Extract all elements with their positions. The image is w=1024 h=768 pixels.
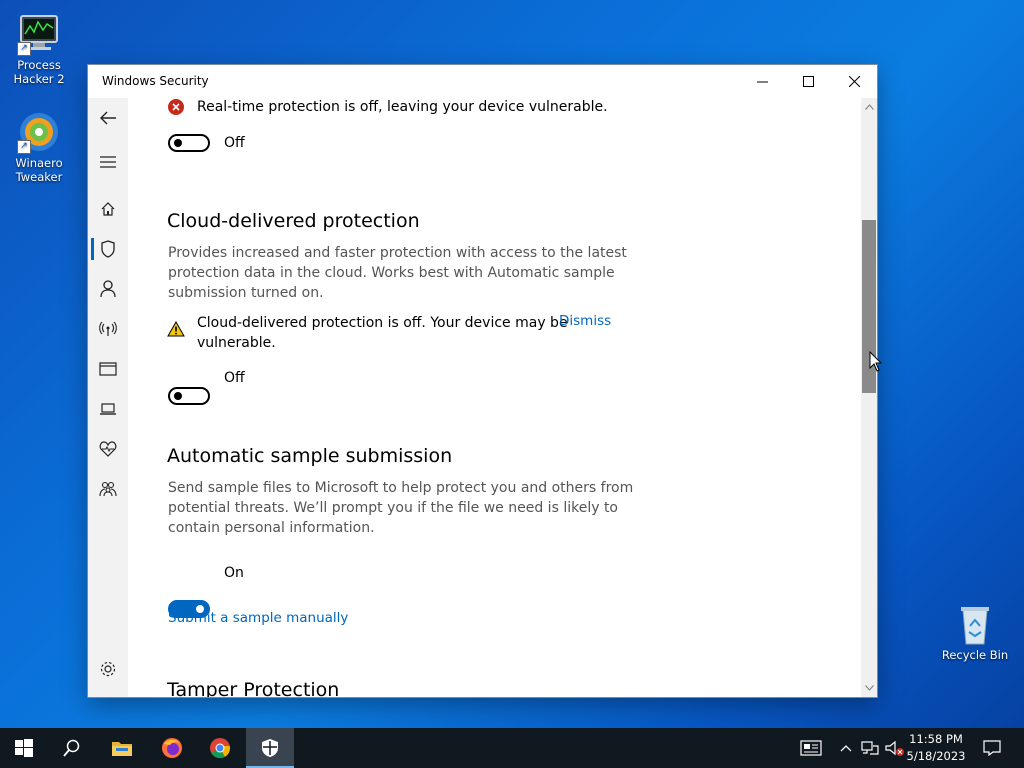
back-button[interactable] xyxy=(88,103,128,133)
start-button[interactable] xyxy=(0,728,48,768)
submit-sample-link[interactable]: Submit a sample manually xyxy=(168,610,348,626)
desktop-icon-winaero-tweaker[interactable]: ↗ Winaero Tweaker xyxy=(3,110,75,184)
taskbar-firefox[interactable] xyxy=(148,728,196,768)
realtime-protection-alert: Real-time protection is off, leaving you… xyxy=(197,99,608,115)
desktop-icon-label: Tweaker xyxy=(15,170,63,184)
family-icon xyxy=(99,481,117,497)
search-button[interactable] xyxy=(48,728,96,768)
chevron-up-icon xyxy=(840,745,852,752)
desktop-icon-label: Recycle Bin xyxy=(941,648,1009,662)
clock-date: 5/18/2023 xyxy=(906,749,966,763)
search-icon xyxy=(63,739,80,757)
sample-submission-heading: Automatic sample submission xyxy=(167,445,453,467)
desktop-icon-label: Winaero xyxy=(15,156,63,170)
network-icon xyxy=(861,741,879,755)
scroll-down-icon[interactable] xyxy=(861,681,877,695)
nav-home[interactable] xyxy=(88,194,128,224)
laptop-icon xyxy=(100,403,116,415)
windows-logo-icon xyxy=(15,739,33,757)
network-antenna-icon xyxy=(99,321,117,336)
minimize-button[interactable] xyxy=(739,65,785,98)
shortcut-arrow-icon: ↗ xyxy=(17,42,31,56)
taskbar-windows-security[interactable] xyxy=(246,728,294,768)
home-icon xyxy=(101,202,115,216)
desktop-icon-recycle-bin[interactable]: Recycle Bin xyxy=(939,602,1011,662)
shortcut-arrow-icon: ↗ xyxy=(17,140,31,154)
realtime-protection-toggle[interactable] xyxy=(168,134,210,152)
menu-button[interactable] xyxy=(88,147,128,177)
title-bar[interactable]: Windows Security xyxy=(88,65,877,98)
tamper-protection-heading: Tamper Protection xyxy=(167,679,340,697)
volume-muted-icon xyxy=(885,740,904,756)
navigation-pane xyxy=(88,98,128,697)
nav-selection-indicator xyxy=(91,238,94,260)
notification-icon xyxy=(983,740,1001,756)
show-hidden-icons-button[interactable] xyxy=(837,728,855,768)
cloud-warning-line: Cloud-delivered protection is off. Your … xyxy=(197,315,568,331)
news-widget-icon xyxy=(800,740,822,756)
cloud-protection-warning: Cloud-delivered protection is off. Your … xyxy=(197,313,568,353)
chrome-icon xyxy=(210,738,231,759)
maximize-icon xyxy=(802,76,814,87)
close-icon xyxy=(848,76,860,87)
cloud-protection-description: Provides increased and faster protection… xyxy=(168,245,627,301)
warning-icon xyxy=(167,321,185,337)
cloud-warning-line: vulnerable. xyxy=(197,335,276,351)
shield-icon xyxy=(101,240,115,258)
cloud-protection-toggle[interactable] xyxy=(168,387,210,405)
desktop-icon-process-hacker[interactable]: ↗ Process Hacker 2 xyxy=(3,12,75,86)
maximize-button[interactable] xyxy=(785,65,831,98)
hamburger-icon xyxy=(100,156,116,168)
minimize-icon xyxy=(756,81,768,83)
window-title: Windows Security xyxy=(102,74,209,88)
gear-icon xyxy=(100,661,116,677)
nav-settings[interactable] xyxy=(88,654,128,684)
desktop-icon-label: Hacker 2 xyxy=(13,72,65,86)
nav-device-security[interactable] xyxy=(88,394,128,424)
nav-family-options[interactable] xyxy=(88,474,128,504)
settings-content: Real-time protection is off, leaving you… xyxy=(128,98,861,697)
nav-account-protection[interactable] xyxy=(88,274,128,304)
taskbar-file-explorer[interactable] xyxy=(98,728,146,768)
folder-icon xyxy=(112,742,132,756)
process-hacker-icon: ↗ xyxy=(17,12,61,56)
nav-virus-threat-protection[interactable] xyxy=(88,234,128,264)
sample-submission-description: Send sample files to Microsoft to help p… xyxy=(168,480,634,536)
dismiss-link[interactable]: Dismiss xyxy=(559,313,611,329)
volume-tray-button[interactable] xyxy=(884,728,906,768)
winaero-tweaker-icon: ↗ xyxy=(17,110,61,154)
nav-app-browser-control[interactable] xyxy=(88,354,128,384)
windows-security-shield-icon xyxy=(262,739,278,757)
desktop-icon-label: Process xyxy=(17,58,61,72)
network-tray-button[interactable] xyxy=(860,728,880,768)
sample-toggle-state: On xyxy=(224,565,244,581)
taskbar-clock[interactable]: 11:58 PM 5/18/2023 xyxy=(906,731,966,765)
back-arrow-icon xyxy=(100,111,116,125)
person-icon xyxy=(100,280,116,298)
nav-device-performance-health[interactable] xyxy=(88,434,128,464)
taskbar-chrome[interactable] xyxy=(196,728,244,768)
clock-time: 11:58 PM xyxy=(909,732,963,746)
action-center-button[interactable] xyxy=(980,728,1004,768)
cloud-toggle-state: Off xyxy=(224,370,245,386)
nav-firewall-network[interactable] xyxy=(88,314,128,344)
close-button[interactable] xyxy=(831,65,877,98)
windows-security-window: Windows Security Real-time protection is… xyxy=(88,65,877,697)
cloud-protection-heading: Cloud-delivered protection xyxy=(167,210,420,232)
taskbar: 11:58 PM 5/18/2023 xyxy=(0,728,1024,768)
app-window-icon xyxy=(99,362,117,376)
recycle-bin-icon xyxy=(953,602,997,646)
error-icon xyxy=(168,99,184,115)
vertical-scrollbar[interactable] xyxy=(861,98,877,697)
firefox-icon xyxy=(162,738,182,758)
realtime-toggle-state: Off xyxy=(224,135,245,151)
heart-pulse-icon xyxy=(99,441,117,457)
task-view-news-button[interactable] xyxy=(798,728,824,768)
scroll-up-icon[interactable] xyxy=(861,100,877,114)
mouse-cursor-icon xyxy=(869,351,883,372)
